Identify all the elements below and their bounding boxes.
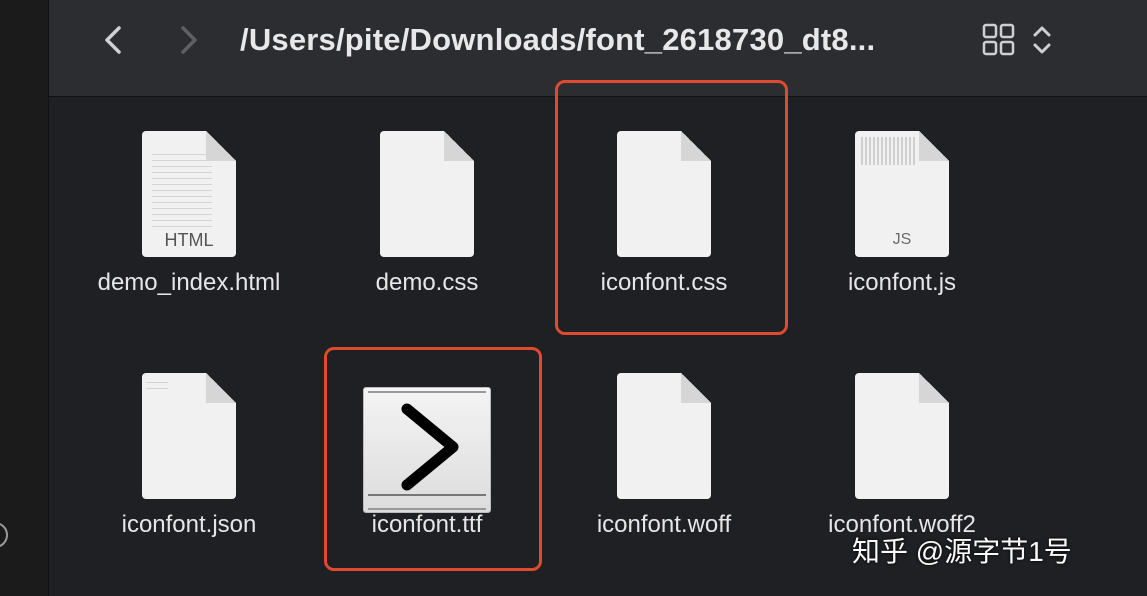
- file-name: demo.css: [375, 269, 479, 296]
- css-file-icon: [312, 117, 542, 257]
- watermark: 知乎 @源字节1号: [852, 536, 1072, 567]
- file-item[interactable]: demo.css: [312, 117, 542, 317]
- file-item[interactable]: iconfont.woff2: [787, 359, 1017, 559]
- view-toggle-button[interactable]: [979, 20, 1019, 60]
- grid-view-icon: [982, 23, 1015, 56]
- back-button[interactable]: [95, 20, 135, 60]
- file-type-badge: HTML: [164, 230, 214, 250]
- woff-file-icon: [549, 359, 779, 499]
- forward-button[interactable]: [167, 20, 207, 60]
- file-name: iconfont.woff: [596, 511, 732, 538]
- json-file-icon: [74, 359, 304, 499]
- highlight-box: [555, 80, 788, 335]
- file-item[interactable]: HTML demo_index.html: [74, 117, 304, 317]
- file-item[interactable]: JS iconfont.js: [787, 117, 1017, 317]
- highlight-box: [324, 347, 542, 571]
- file-name: demo_index.html: [97, 269, 281, 296]
- view-options-button[interactable]: [1027, 20, 1057, 60]
- file-name: iconfont.js: [847, 269, 957, 296]
- file-item[interactable]: iconfont.woff: [549, 359, 779, 559]
- html-file-icon: HTML: [74, 117, 304, 257]
- file-name: iconfont.json: [121, 511, 257, 538]
- file-type-badge: JS: [892, 231, 912, 248]
- file-grid: HTML demo_index.html demo.css iconfont.c…: [49, 80, 1147, 596]
- file-item[interactable]: iconfont.json: [74, 359, 304, 559]
- chevron-right-icon: [181, 26, 197, 54]
- sidebar: [0, 0, 49, 596]
- sidebar-circle-icon[interactable]: [0, 522, 8, 548]
- woff2-file-icon: [787, 359, 1017, 499]
- up-down-chevron-icon: [1033, 26, 1051, 54]
- chevron-left-icon: [105, 26, 121, 54]
- js-file-icon: JS: [787, 117, 1017, 257]
- path-title: /Users/pite/Downloads/font_2618730_dt8..…: [240, 22, 876, 57]
